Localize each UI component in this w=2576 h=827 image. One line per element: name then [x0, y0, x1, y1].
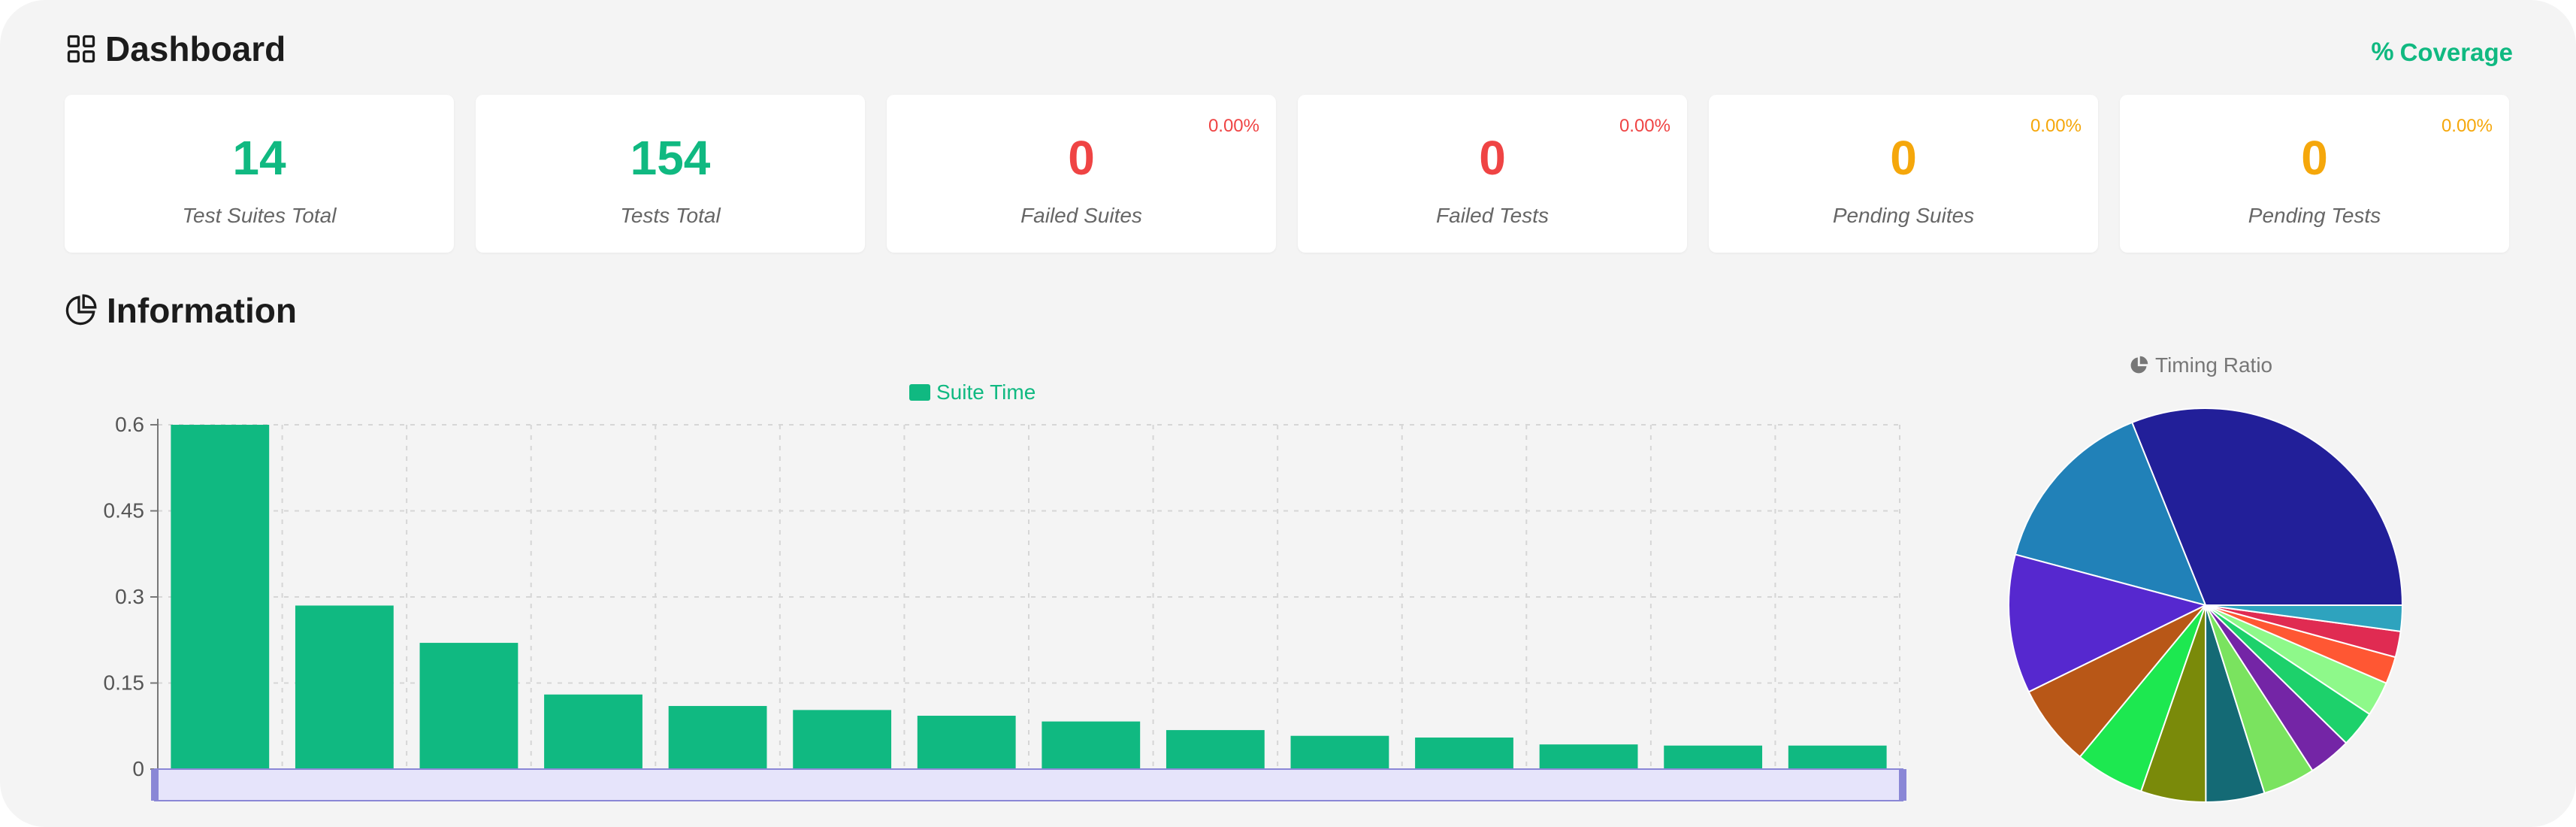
percent-icon: % [2371, 38, 2394, 66]
bar[interactable] [917, 716, 1016, 769]
bar[interactable] [1290, 735, 1389, 769]
bar[interactable] [295, 605, 394, 769]
pie-chart-title: Timing Ratio [2128, 353, 2272, 377]
bar[interactable] [419, 643, 519, 769]
bar[interactable] [668, 706, 767, 769]
bar[interactable] [793, 710, 892, 769]
y-tick-label: 0.15 [104, 671, 145, 695]
suite-time-bar-chart: 0 0.15 0.3 0.45 0.6 [104, 413, 1906, 801]
y-tick-label: 0 [132, 757, 144, 780]
coverage-link[interactable]: % Coverage [2371, 38, 2513, 67]
bar[interactable] [1664, 745, 1763, 769]
bar[interactable] [1042, 721, 1141, 769]
bar[interactable] [1788, 745, 1887, 769]
zoom-handle[interactable] [151, 769, 159, 801]
pie-chart-icon [2130, 356, 2148, 374]
bar[interactable] [1539, 744, 1638, 769]
zoom-handle[interactable] [1899, 769, 1906, 801]
stat-value: 0 [2301, 131, 2328, 185]
bar[interactable] [1166, 730, 1265, 769]
stat-label: Pending Tests [2248, 204, 2381, 227]
y-tick-label: 0.45 [104, 499, 145, 523]
stat-card-pending-tests: 0.00% 0 Pending Tests [2120, 95, 2509, 253]
dashboard-panel: Dashboard % Coverage 14 Test Suites Tota… [0, 0, 2576, 827]
bar[interactable] [1415, 738, 1513, 769]
y-tick-label: 0.3 [115, 585, 144, 608]
timing-ratio-pie-chart [2008, 407, 2404, 804]
pie-title-text: Timing Ratio [2155, 353, 2273, 377]
y-tick-label: 0.6 [115, 413, 144, 436]
bar[interactable] [544, 694, 642, 769]
bar[interactable] [171, 425, 270, 769]
data-zoom-slider[interactable] [154, 768, 1903, 801]
coverage-label: Coverage [2399, 38, 2513, 66]
